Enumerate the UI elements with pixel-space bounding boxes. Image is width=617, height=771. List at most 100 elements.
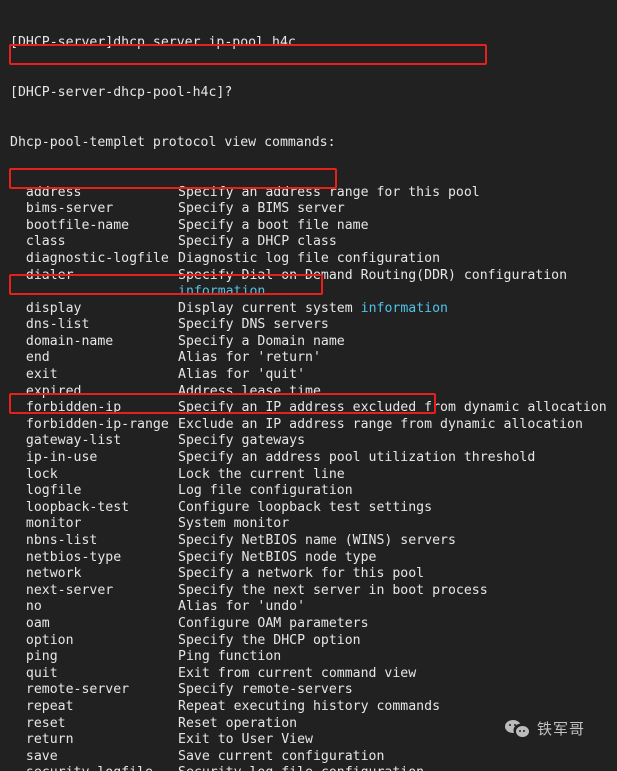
terminal-window[interactable]: [DHCP-server]dhcp server ip-pool h4c [DH… (0, 0, 617, 771)
command-row: next-server Specify the next server in bo… (10, 583, 617, 600)
command-name: dns-list (10, 317, 90, 333)
command-description: System monitor (178, 516, 290, 532)
command-description: Specify DNS servers (178, 317, 329, 333)
command-row: end Alias for 'return' (10, 350, 617, 367)
command-description: Alias for 'quit' (178, 367, 306, 383)
command-name: security-logfile (10, 765, 178, 771)
command-name: diagnostic-logfile (10, 250, 169, 266)
command-description: Exit from current command view (178, 665, 417, 681)
command-description: Specify NetBIOS node type (178, 549, 377, 565)
command-name: repeat (10, 698, 74, 714)
wechat-icon (505, 719, 531, 739)
command-name: ping (10, 649, 58, 665)
command-row: nbns-list Specify NetBIOS name (WINS) ser… (10, 533, 617, 550)
command-description: Specify an IP address excluded from dyna… (178, 400, 607, 416)
command-row: remote-server Specify remote-servers (10, 682, 617, 699)
command-row: ping Ping function (10, 649, 617, 666)
command-name: ip-in-use (10, 450, 98, 466)
command-row: quit Exit from current command view (10, 666, 617, 683)
command-name: logfile (10, 483, 82, 499)
command-row: gateway-list Specify gateways (10, 433, 617, 450)
command-description: Specify remote-servers (178, 682, 353, 698)
command-description: Display current system (178, 300, 361, 316)
command-name: network (10, 566, 82, 582)
command-name: forbidden-ip-range (10, 416, 169, 432)
command-description: Repeat executing history commands (178, 698, 441, 714)
command-description: Specify gateways (178, 433, 306, 449)
command-row: logfile Log file configuration (10, 483, 617, 500)
terminal-header-line: [DHCP-server-dhcp-pool-h4c]? (10, 84, 233, 100)
command-row: lock Lock the current line (10, 467, 617, 484)
terminal-header-line: [DHCP-server]dhcp server ip-pool h4c (10, 35, 296, 51)
command-row: bims-server Specify a BIMS server (10, 201, 617, 218)
command-row: save Save current configuration (10, 749, 617, 766)
command-description: Exit to User View (178, 732, 313, 748)
terminal-screen: [DHCP-server]dhcp server ip-pool h4c [DH… (10, 2, 617, 771)
command-name: loopback-test (10, 499, 130, 515)
command-row: exit Alias for 'quit' (10, 367, 617, 384)
command-name (10, 284, 178, 301)
command-row: forbidden-ip-range Exclude an IP address … (10, 417, 617, 434)
command-row: netbios-type Specify NetBIOS node type (10, 550, 617, 567)
command-row: expired Address lease time (10, 384, 617, 401)
command-description-highlight: information (360, 300, 448, 316)
command-description: Specify a DHCP class (178, 234, 337, 250)
command-row: domain-name Specify a Domain name (10, 334, 617, 351)
command-description: Specify an address range for this pool (178, 184, 480, 200)
watermark-text: 铁军哥 (537, 719, 586, 738)
command-row: display Display current system informatio… (10, 301, 617, 318)
command-description: Specify a boot file name (178, 217, 369, 233)
command-row: forbidden-ip Specify an IP address exclud… (10, 400, 617, 417)
command-name: class (10, 234, 66, 250)
command-name: no (10, 599, 42, 615)
command-row: bootfile-name Specify a boot file name (10, 218, 617, 235)
command-row: no Alias for 'undo' (10, 599, 617, 616)
command-row: repeat Repeat executing history commands (10, 699, 617, 716)
command-row: class Specify a DHCP class (10, 234, 617, 251)
command-row: dns-list Specify DNS servers (10, 317, 617, 334)
command-description: Specify NetBIOS name (WINS) servers (178, 533, 456, 548)
command-description: Exclude an IP address range from dynamic… (178, 416, 583, 432)
command-name: expired (10, 383, 82, 399)
command-row: ip-in-use Specify an address pool utiliza… (10, 450, 617, 467)
command-description: Reset operation (178, 715, 298, 731)
command-description: information (178, 284, 266, 300)
terminal-header-line: Dhcp-pool-templet protocol view commands… (10, 134, 336, 150)
command-description: Specify the next server in boot process (178, 582, 488, 598)
command-name: nbns-list (10, 533, 98, 548)
command-row: network Specify a network for this pool (10, 566, 617, 583)
command-description: Alias for 'return' (178, 350, 321, 366)
command-row: address Specify an address range for this… (10, 185, 617, 202)
command-row: option Specify the DHCP option (10, 633, 617, 650)
command-name: return (10, 732, 74, 748)
command-name: display (10, 300, 82, 316)
command-name: save (10, 748, 58, 764)
command-continuation-row: information (10, 284, 617, 301)
command-description: Specify a Domain name (178, 333, 345, 349)
command-description: Diagnostic log file configuration (178, 250, 441, 266)
command-description: Alias for 'undo' (178, 599, 306, 615)
command-description: Specify a BIMS server (178, 201, 345, 217)
command-row: monitor System monitor (10, 516, 617, 533)
command-row: oam Configure OAM parameters (10, 616, 617, 633)
command-description: Ping function (178, 649, 282, 665)
command-description: Address lease time (178, 383, 321, 399)
command-name: oam (10, 615, 50, 631)
command-name: dialer (10, 267, 74, 283)
command-name: netbios-type (10, 549, 122, 565)
command-name: address (10, 184, 82, 200)
command-row: diagnostic-logfile Diagnostic log file co… (10, 251, 617, 268)
command-description: Log file configuration (178, 483, 353, 499)
command-description: Specify a network for this pool (178, 566, 425, 582)
command-name: exit (10, 367, 58, 383)
command-name: domain-name (10, 333, 114, 349)
command-name: bims-server (10, 201, 114, 217)
command-name: gateway-list (10, 433, 122, 449)
watermark: 铁军哥 (505, 719, 585, 739)
command-description: Specify an address pool utilization thre… (178, 450, 536, 466)
command-name: forbidden-ip (10, 400, 122, 416)
command-name: quit (10, 665, 58, 681)
command-description: Configure OAM parameters (178, 615, 369, 631)
command-description: Configure loopback test settings (178, 499, 433, 515)
command-description: Security log file configuration (178, 765, 424, 771)
